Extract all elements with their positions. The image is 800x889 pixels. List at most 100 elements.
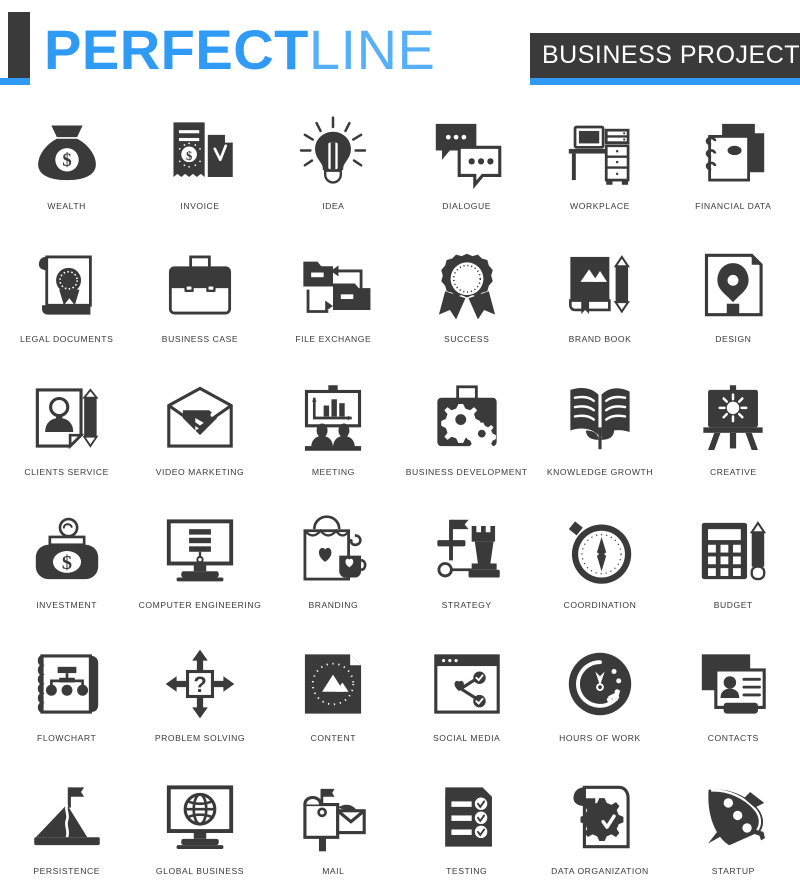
icon-cell[interactable]: FILE EXCHANGE: [267, 236, 400, 369]
icon-label: BUSINESS CASE: [161, 334, 239, 344]
page-header: PERFECTLINE BUSINESS PROJECT: [0, 0, 800, 100]
icon-label: SOCIAL MEDIA: [432, 733, 501, 743]
icon-grid: $ WEALTH $ INVOICE IDEA DIALOGUE WORKPLA…: [0, 103, 800, 889]
icon-label: LEGAL DOCUMENTS: [19, 334, 114, 344]
project-badge-label: BUSINESS PROJECT: [530, 33, 800, 78]
envelope-play-icon: [157, 375, 243, 461]
briefcase-gears-icon: [424, 375, 510, 461]
icon-cell[interactable]: BRANDING: [267, 502, 400, 635]
icon-cell[interactable]: MEETING: [267, 369, 400, 502]
presentation-people-icon: [290, 375, 376, 461]
brand-logo: PERFECTLINE: [44, 20, 435, 80]
monitor-server-icon: [157, 508, 243, 594]
svg-text:?: ?: [193, 672, 206, 697]
icon-cell[interactable]: DIALOGUE: [400, 103, 533, 236]
icon-label: DIALOGUE: [442, 201, 492, 211]
icon-label: COMPUTER ENGINEERING: [138, 600, 262, 610]
icon-cell[interactable]: CREATIVE: [667, 369, 800, 502]
money-bag-icon: $: [24, 109, 110, 195]
checklist-page-icon: [424, 774, 510, 860]
icon-cell[interactable]: COORDINATION: [533, 502, 666, 635]
icon-cell[interactable]: BRAND BOOK: [533, 236, 666, 369]
icon-cell[interactable]: $ WEALTH: [0, 103, 133, 236]
icon-cell[interactable]: HOURS OF WORK: [533, 635, 666, 768]
icon-label: IDEA: [322, 201, 345, 211]
icon-cell[interactable]: CONTENT: [267, 635, 400, 768]
icon-cell[interactable]: DATA ORGANIZATION: [533, 768, 666, 889]
header-accent-block: [8, 12, 30, 78]
icon-label: MEETING: [311, 467, 355, 477]
easel-sun-icon: [690, 375, 776, 461]
folder-exchange-icon: [290, 242, 376, 328]
icon-cell[interactable]: $ INVOICE: [133, 103, 266, 236]
icon-cell[interactable]: MAIL: [267, 768, 400, 889]
icon-label: BRANDING: [308, 600, 359, 610]
shopping-bag-cup-icon: [290, 508, 376, 594]
monitor-globe-icon: [157, 774, 243, 860]
icon-cell[interactable]: GLOBAL BUSINESS: [133, 768, 266, 889]
mountain-flag-icon: [24, 774, 110, 860]
image-page-icon: [290, 641, 376, 727]
icon-label: PROBLEM SOLVING: [154, 733, 246, 743]
header-accent-underline: [0, 78, 30, 85]
scroll-seal-icon: [24, 242, 110, 328]
svg-text:$: $: [62, 150, 71, 171]
icon-label: WEALTH: [47, 201, 86, 211]
logo-secondary-text: LINE: [308, 18, 436, 81]
scroll-gear-check-icon: [557, 774, 643, 860]
icon-label: PERSISTENCE: [33, 866, 101, 876]
browser-share-icon: [424, 641, 510, 727]
icon-cell[interactable]: TESTING: [400, 768, 533, 889]
icon-cell[interactable]: BUSINESS DEVELOPMENT: [400, 369, 533, 502]
icon-label: COORDINATION: [563, 600, 637, 610]
icon-label: STARTUP: [711, 866, 755, 876]
icon-label: MAIL: [322, 866, 345, 876]
contact-card-icon: [690, 641, 776, 727]
icon-label: TESTING: [446, 866, 488, 876]
icon-cell[interactable]: CLIENTS SERVICE: [0, 369, 133, 502]
mailbox-icon: [290, 774, 376, 860]
wallet-coin-icon: $: [24, 508, 110, 594]
question-arrows-icon: ?: [157, 641, 243, 727]
icon-cell[interactable]: $ INVESTMENT: [0, 502, 133, 635]
icon-cell[interactable]: KNOWLEDGE GROWTH: [533, 369, 666, 502]
icon-label: KNOWLEDGE GROWTH: [546, 467, 654, 477]
lightbulb-icon: [290, 109, 376, 195]
profile-page-pencil-icon: [24, 375, 110, 461]
open-book-sprout-icon: [557, 375, 643, 461]
icon-cell[interactable]: FINANCIAL DATA: [667, 103, 800, 236]
icon-label: STRATEGY: [441, 600, 492, 610]
compass-icon: [557, 508, 643, 594]
icon-label: FILE EXCHANGE: [295, 334, 372, 344]
icon-label: BRAND BOOK: [568, 334, 632, 344]
icon-cell[interactable]: PERSISTENCE: [0, 768, 133, 889]
icon-cell[interactable]: COMPUTER ENGINEERING: [133, 502, 266, 635]
icon-cell[interactable]: VIDEO MARKETING: [133, 369, 266, 502]
icon-label: CONTACTS: [707, 733, 759, 743]
icon-cell[interactable]: ? PROBLEM SOLVING: [133, 635, 266, 768]
icon-label: INVESTMENT: [36, 600, 98, 610]
project-badge: BUSINESS PROJECT: [530, 33, 800, 85]
clock-arrow-icon: [557, 641, 643, 727]
icon-label: DATA ORGANIZATION: [551, 866, 649, 876]
icon-cell[interactable]: DESIGN: [667, 236, 800, 369]
notebook-documents-icon: [690, 109, 776, 195]
icon-cell[interactable]: IDEA: [267, 103, 400, 236]
icon-set-page: PERFECTLINE BUSINESS PROJECT $ WEALTH $ …: [0, 0, 800, 889]
icon-cell[interactable]: SUCCESS: [400, 236, 533, 369]
book-pencil-icon: [557, 242, 643, 328]
icon-cell[interactable]: STARTUP: [667, 768, 800, 889]
icon-cell[interactable]: LEGAL DOCUMENTS: [0, 236, 133, 369]
logo-primary-text: PERFECT: [44, 18, 309, 81]
icon-cell[interactable]: STRATEGY: [400, 502, 533, 635]
icon-cell[interactable]: SOCIAL MEDIA: [400, 635, 533, 768]
icon-cell[interactable]: FLOWCHART: [0, 635, 133, 768]
calculator-pencil-icon: [690, 508, 776, 594]
icon-label: CLIENTS SERVICE: [24, 467, 109, 477]
icon-cell[interactable]: CONTACTS: [667, 635, 800, 768]
desk-laptop-icon: [557, 109, 643, 195]
icon-cell[interactable]: BUSINESS CASE: [133, 236, 266, 369]
icon-cell[interactable]: WORKPLACE: [533, 103, 666, 236]
icon-cell[interactable]: BUDGET: [667, 502, 800, 635]
icon-label: DESIGN: [715, 334, 752, 344]
